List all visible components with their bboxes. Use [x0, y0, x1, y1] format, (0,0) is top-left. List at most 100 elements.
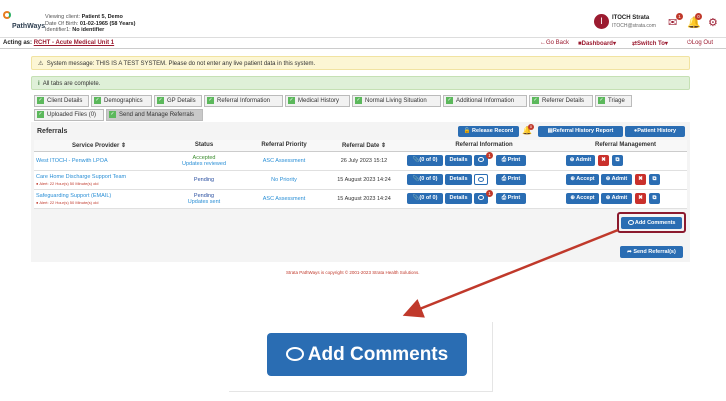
tab-referrer-details[interactable]: ✓ Referrer Details — [529, 95, 593, 107]
close-icon: ✖ — [601, 156, 606, 163]
print-button[interactable]: ⎙ Print — [496, 173, 526, 185]
zoomed-add-comments-label: Add Comments — [307, 344, 449, 365]
col-referral-priority: Referral Priority — [244, 140, 324, 152]
print-icon: ⎙ — [501, 156, 507, 163]
comments-button[interactable] — [474, 173, 488, 185]
user-name: ITOCH Strata — [612, 15, 650, 21]
table-row: Care Home Discharge Support Team ● Alert:… — [34, 170, 687, 190]
tab-demographics[interactable]: ✓ Demographics — [91, 95, 152, 107]
col-referral-date[interactable]: Referral Date ⇕ — [324, 140, 404, 152]
comment-count-badge: 1 — [486, 151, 493, 159]
service-provider-cell: Safeguarding Support (EMAIL) ● Alert: 22 … — [34, 189, 164, 209]
table-row: West ITOCH - Penwith LPOA Accepted Update… — [34, 151, 687, 171]
management-actions: ⊕ Accept ⊕ Admit ✖ ⧉ — [564, 173, 687, 186]
cancel-referral-button[interactable]: ✖ — [598, 154, 609, 166]
tab-additional-information[interactable]: ✓ Additional Information — [443, 95, 527, 107]
viewing-client-label: Viewing client: — [45, 14, 81, 20]
gear-icon[interactable]: ⚙ — [708, 16, 718, 29]
send-referrals-button[interactable]: ➦ Send Referral(s) — [620, 246, 683, 258]
tab-medical-history[interactable]: ✓ Medical History — [285, 95, 350, 107]
zoomed-add-comments-button[interactable]: Add Comments — [267, 333, 467, 376]
service-provider-link[interactable]: Safeguarding Support (EMAIL) — [36, 193, 111, 199]
files-label: (0 of 0) — [419, 156, 438, 163]
tab-label: Triage — [608, 98, 625, 104]
tab-normal-living-situation[interactable]: ✓ Normal Living Situation — [352, 95, 441, 107]
tab-referral-information[interactable]: ✓ Referral Information — [204, 95, 283, 107]
status-sub-link[interactable]: Updates reviewed — [164, 161, 244, 167]
switch-to-menu[interactable]: ⇄Switch To▾ — [632, 40, 668, 47]
files-button[interactable]: 📎(0 of 0) — [407, 173, 443, 185]
print-icon: ⎙ — [501, 194, 507, 201]
accept-button[interactable]: ⊕ Accept — [566, 192, 599, 204]
print-button[interactable]: ⎙ Print — [496, 154, 526, 166]
avatar[interactable]: I — [594, 14, 609, 29]
tab-client-details[interactable]: ✓ Client Details — [34, 95, 89, 107]
logout-link[interactable]: ⏻Log Out — [687, 40, 713, 47]
patient-history-label: Patient History — [637, 128, 677, 134]
details-button[interactable]: Details — [445, 154, 472, 166]
check-icon: ✓ — [207, 96, 214, 104]
service-provider-link[interactable]: West ITOCH - Penwith LPOA — [36, 158, 108, 164]
status-cell: Accepted Updates reviewed — [164, 151, 244, 171]
lock-icon: 🔓 — [463, 128, 471, 134]
date-cell: 26 July 2023 15:12 — [324, 151, 404, 171]
go-back-link[interactable]: ←Go Back — [540, 40, 569, 46]
col-service-provider[interactable]: Service Provider ⇕ — [34, 140, 164, 152]
external-link-icon: ⧉ — [652, 175, 657, 182]
table-row: Safeguarding Support (EMAIL) ● Alert: 22 … — [34, 189, 687, 209]
open-external-button[interactable]: ⧉ — [649, 192, 660, 204]
mail-badge: 1 — [676, 13, 683, 20]
close-icon: ✖ — [638, 194, 643, 201]
cancel-referral-button[interactable]: ✖ — [635, 192, 646, 204]
open-external-button[interactable]: ⧉ — [649, 173, 660, 185]
admit-button[interactable]: ⊕ Admit — [601, 192, 632, 204]
pathways-logo[interactable]: PathWays — [3, 10, 45, 34]
service-provider-link[interactable]: Care Home Discharge Support Team — [36, 174, 126, 180]
accept-label: Accept — [576, 194, 595, 201]
open-external-button[interactable]: ⧉ — [612, 154, 623, 166]
speech-bubble-icon — [627, 220, 634, 226]
referral-management-cell: ⊕ Accept ⊕ Admit ✖ ⧉ — [564, 170, 687, 190]
priority-cell: ASC Assessment — [244, 151, 324, 171]
plus-circle-icon: ⊕ — [570, 175, 575, 182]
tab-send-and-manage-referrals[interactable]: ✓ Send and Manage Referrals — [106, 109, 203, 121]
acting-as-unit-link[interactable]: RCHT - Acute Medical Unit 1 — [34, 40, 114, 46]
accept-button[interactable]: ⊕ Accept — [566, 173, 599, 185]
external-link-icon: ⧉ — [615, 156, 620, 163]
tab-triage[interactable]: ✓ Triage — [595, 95, 632, 107]
admit-button[interactable]: ⊕ Admit — [601, 173, 632, 185]
tab-label: Client Details — [47, 98, 83, 104]
referral-management-cell: ⊕ Accept ⊕ Admit ✖ ⧉ — [564, 189, 687, 209]
info-actions: 📎(0 of 0) Details 1 ⎙ Print — [404, 151, 564, 167]
check-icon: ✓ — [157, 96, 164, 104]
dob-label: Date Of Birth: — [45, 20, 79, 27]
acting-as: Acting as: RCHT - Acute Medical Unit 1 — [3, 40, 114, 46]
system-message-text: System message: THIS IS A TEST SYSTEM. P… — [46, 61, 316, 67]
tab-label: Referrer Details — [542, 98, 585, 104]
status-sub-link[interactable]: Updates sent — [164, 199, 244, 205]
files-button[interactable]: 📎(0 of 0) — [407, 154, 443, 166]
files-button[interactable]: 📎(0 of 0) — [407, 192, 443, 204]
details-button[interactable]: Details — [445, 192, 472, 204]
acting-as-label: Acting as: — [3, 40, 33, 46]
cancel-referral-button[interactable]: ✖ — [635, 173, 646, 185]
dob-value: 01-02-1965 (58 Years) — [79, 20, 136, 27]
info-actions: 📎(0 of 0) Details 1 ⎙ Print — [404, 189, 564, 205]
speech-bubble-icon — [285, 347, 304, 361]
tab-gp-details[interactable]: ✓ GP Details — [154, 95, 202, 107]
patient-history-button[interactable]: ●Patient History — [625, 126, 685, 137]
dashboard-menu[interactable]: ■Dashboard▾ — [578, 40, 616, 47]
print-button[interactable]: ⎙ Print — [496, 192, 526, 204]
check-icon: ✓ — [355, 96, 362, 104]
patient-banner: Viewing client: Patient 5, Demo Date Of … — [45, 14, 135, 34]
referral-history-report-button[interactable]: ▤Referral History Report — [538, 126, 623, 137]
check-icon: ✓ — [288, 96, 295, 104]
release-record-button[interactable]: 🔓 Release Record — [458, 126, 519, 137]
admit-button[interactable]: ⊕ Admit — [566, 154, 595, 166]
zoomed-callout: Add Comments — [229, 322, 493, 392]
add-comments-button[interactable]: Add Comments — [621, 217, 682, 229]
tab-uploaded-files[interactable]: ✓ Uploaded Files (0) — [34, 109, 104, 121]
check-icon: ✓ — [109, 110, 116, 118]
details-button[interactable]: Details — [445, 173, 472, 185]
tab-label: Referral Information — [217, 98, 271, 104]
